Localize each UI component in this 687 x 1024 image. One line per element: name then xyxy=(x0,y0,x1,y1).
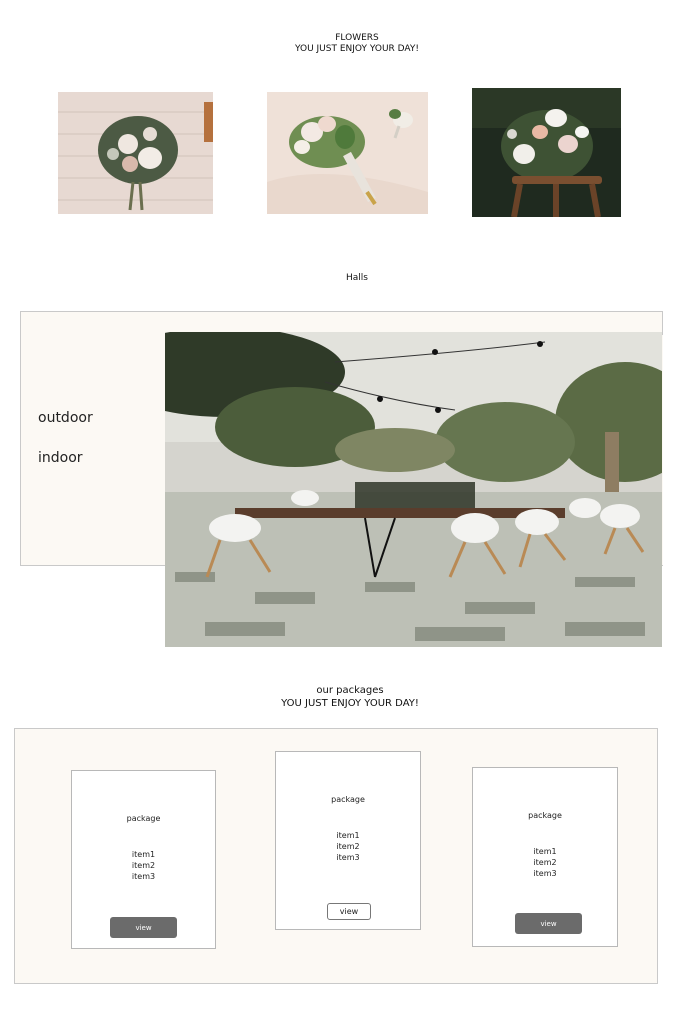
package-item: item2 xyxy=(131,861,156,870)
package-item: item3 xyxy=(336,853,360,862)
package-card-3: package item1 item2 item3 view xyxy=(472,767,618,947)
package-item: item3 xyxy=(131,872,156,881)
package-card-3-items: item1 item2 item3 xyxy=(473,846,617,879)
package-card-1-view-button[interactable]: view xyxy=(110,917,177,938)
halls-title: Halls xyxy=(346,273,368,283)
hall-photo xyxy=(165,332,662,647)
package-card-2-title: package xyxy=(331,795,365,804)
bouquet-photo-1 xyxy=(58,92,213,214)
packages-heading: our packages YOU JUST ENJOY YOUR DAY! xyxy=(0,684,687,710)
bouquet-photo-3 xyxy=(472,88,621,217)
package-card-3-title: package xyxy=(528,811,562,820)
flowers-subtitle: YOU JUST ENJOY YOUR DAY! xyxy=(294,44,419,54)
halls-panel-edge xyxy=(662,311,663,335)
package-item: item3 xyxy=(533,869,557,878)
packages-title: our packages xyxy=(316,685,384,696)
package-item: item1 xyxy=(336,831,360,840)
package-card-2-view-button[interactable]: view xyxy=(327,903,371,920)
bouquet-photo-2 xyxy=(267,92,428,214)
package-card-2-items: item1 item2 item3 xyxy=(276,830,420,863)
package-item: item2 xyxy=(533,858,557,867)
packages-subtitle: YOU JUST ENJOY YOUR DAY! xyxy=(281,698,419,709)
package-card-1-items: item1 item2 item3 xyxy=(72,849,215,882)
package-card-1-title: package xyxy=(126,814,161,823)
package-item: item2 xyxy=(336,842,360,851)
hall-link-indoor[interactable]: indoor xyxy=(38,450,83,466)
hall-link-outdoor[interactable]: outdoor xyxy=(38,410,93,426)
flowers-title: FLOWERS xyxy=(335,33,379,43)
package-card-2: package item1 item2 item3 view xyxy=(275,751,421,930)
flowers-heading: FLOWERS YOU JUST ENJOY YOUR DAY! xyxy=(0,33,687,55)
package-item: item1 xyxy=(533,847,557,856)
package-card-1: package item1 item2 item3 view xyxy=(71,770,216,949)
package-card-3-view-button[interactable]: view xyxy=(515,913,582,934)
package-item: item1 xyxy=(131,850,156,859)
